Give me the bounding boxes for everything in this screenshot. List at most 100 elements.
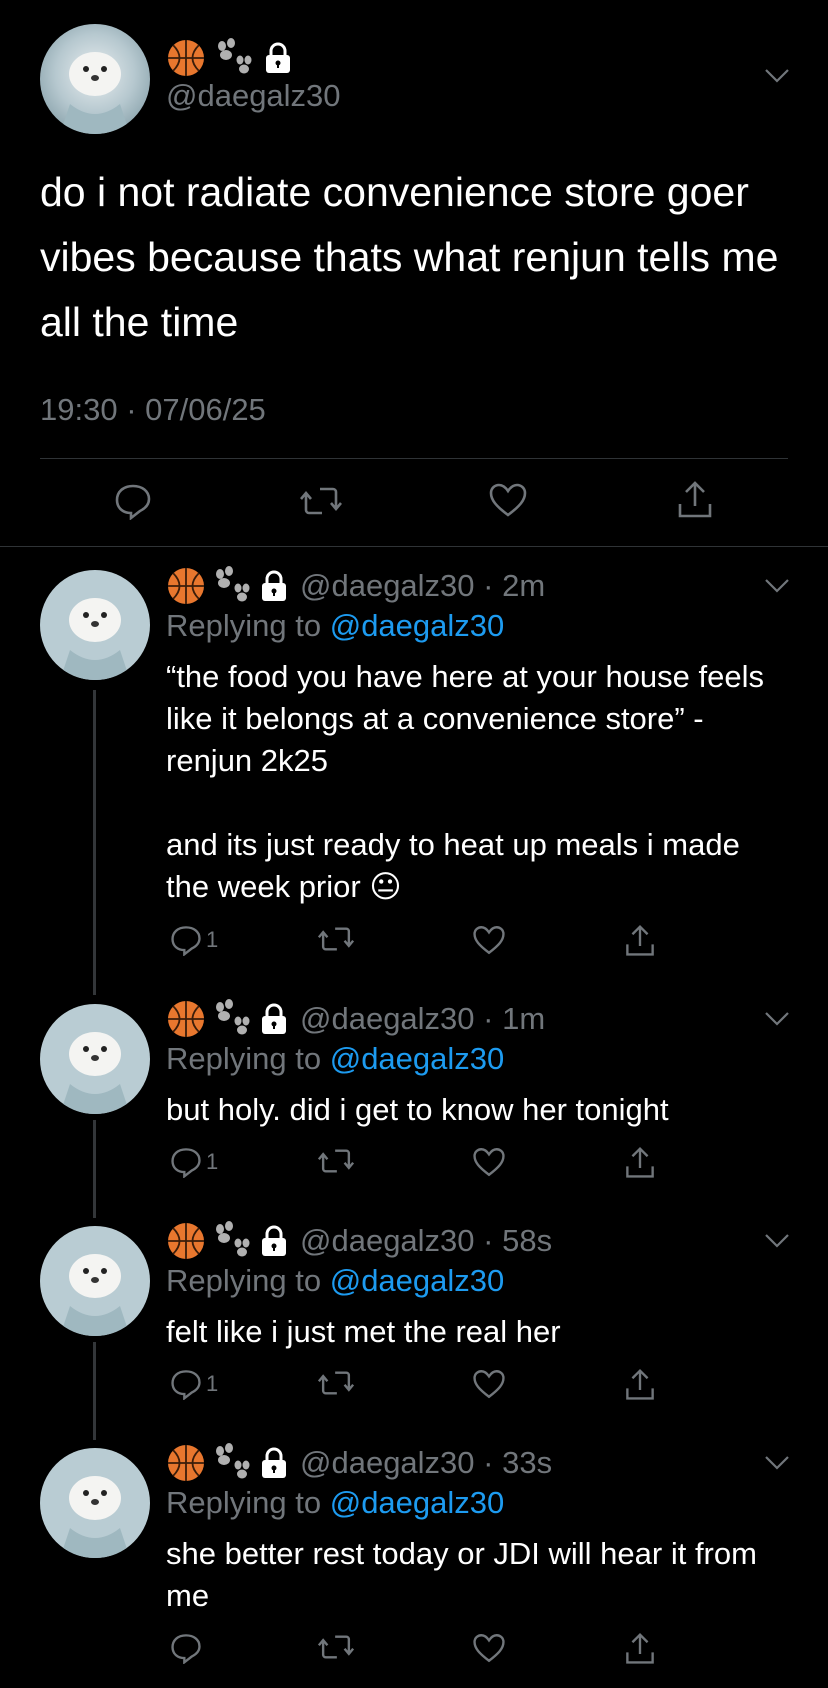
paw-icon: [210, 566, 254, 606]
reply-text: felt like i just met the real her: [166, 1314, 561, 1349]
avatar[interactable]: [40, 570, 150, 680]
retweet-button[interactable]: [318, 1632, 354, 1662]
share-button[interactable]: [624, 1632, 656, 1666]
reply-button[interactable]: 1: [170, 1368, 218, 1400]
paw-icon: [210, 1443, 254, 1483]
reply-text: “the food you have here at your house fe…: [166, 659, 765, 904]
paw-icon: [212, 38, 256, 78]
reply-count: 1: [206, 1371, 219, 1396]
reply-count: 1: [206, 1149, 219, 1174]
lock-icon: [262, 41, 294, 75]
main-handle[interactable]: @daegalz30: [166, 78, 341, 114]
reply-button[interactable]: [170, 1632, 206, 1664]
reply-actions: 1: [166, 1368, 666, 1408]
reply-button[interactable]: 1: [170, 924, 218, 956]
reply-handle[interactable]: @daegalz30: [300, 1223, 475, 1259]
like-button[interactable]: [472, 1632, 506, 1664]
retweet-button[interactable]: [318, 924, 354, 954]
chevron-down-icon[interactable]: [764, 1011, 789, 1033]
reply-handle[interactable]: @daegalz30: [300, 568, 475, 604]
lock-icon: [258, 1224, 290, 1258]
reply-button[interactable]: [114, 482, 152, 520]
replying-to-link[interactable]: @daegalz30: [330, 608, 505, 643]
reply-time: 1m: [502, 1001, 546, 1036]
like-icon: [473, 926, 505, 955]
basketball-icon: [166, 566, 206, 606]
retweet-icon: [300, 487, 342, 515]
replying-to: Replying to @daegalz30: [166, 1041, 505, 1076]
share-icon: [626, 1147, 654, 1178]
retweet-button[interactable]: [300, 484, 342, 518]
share-button[interactable]: [624, 1146, 656, 1180]
reply-icon: [171, 926, 201, 956]
reply-count: 1: [206, 927, 219, 952]
lock-icon: [258, 1002, 290, 1036]
main-tweet-text: do i not radiate convenience store goer …: [40, 169, 779, 345]
replying-to: Replying to @daegalz30: [166, 1263, 505, 1298]
reply-time: 2m: [502, 568, 546, 603]
replying-to-link[interactable]: @daegalz30: [330, 1263, 505, 1298]
reply-actions: [166, 1632, 666, 1672]
reply-header: @daegalz30 · 2m: [166, 566, 545, 606]
like-button[interactable]: [472, 924, 506, 956]
retweet-icon: [318, 1149, 354, 1173]
basketball-icon: [166, 38, 206, 78]
chevron-down-icon[interactable]: [764, 1233, 789, 1255]
avatar[interactable]: [40, 24, 150, 134]
reply-time: 58s: [502, 1223, 553, 1258]
thread-line: [93, 690, 96, 995]
reply-icon: [171, 1634, 201, 1664]
display-name-emojis: [166, 38, 294, 78]
thread-line: [93, 1342, 96, 1440]
divider: [40, 458, 788, 459]
basketball-icon: [166, 1221, 206, 1261]
replying-to-link[interactable]: @daegalz30: [330, 1485, 505, 1520]
avatar[interactable]: [40, 1448, 150, 1558]
share-button[interactable]: [624, 924, 656, 958]
retweet-button[interactable]: [318, 1146, 354, 1176]
reply-header: @daegalz30 · 58s: [166, 1221, 552, 1261]
like-icon: [473, 1634, 505, 1663]
reply-text: she better rest today or JDI will hear i…: [166, 1536, 766, 1613]
share-button[interactable]: [624, 1368, 656, 1402]
like-button[interactable]: [488, 482, 528, 518]
share-button[interactable]: [676, 480, 714, 520]
retweet-icon: [318, 927, 354, 951]
avatar[interactable]: [40, 1226, 150, 1336]
basketball-icon: [166, 1443, 206, 1483]
reply-icon: [171, 1370, 201, 1400]
retweet-button[interactable]: [318, 1368, 354, 1398]
paw-icon: [210, 999, 254, 1039]
basketball-icon: [166, 999, 206, 1039]
thread-line: [93, 1120, 96, 1218]
like-button[interactable]: [472, 1146, 506, 1178]
reply-icon: [171, 1148, 201, 1178]
reply-actions: 1: [166, 1146, 666, 1186]
reply-text: but holy. did i get to know her tonight: [166, 1092, 669, 1127]
reply-button[interactable]: 1: [170, 1146, 218, 1178]
chevron-down-icon[interactable]: [764, 68, 789, 90]
replying-to: Replying to @daegalz30: [166, 608, 505, 643]
like-icon: [473, 1148, 505, 1177]
retweet-icon: [318, 1371, 354, 1395]
reply-actions: 1: [166, 924, 666, 964]
reply-handle[interactable]: @daegalz30: [300, 1001, 475, 1037]
reply-handle[interactable]: @daegalz30: [300, 1445, 475, 1481]
chevron-down-icon[interactable]: [764, 1455, 789, 1477]
divider: [0, 546, 828, 547]
paw-icon: [210, 1221, 254, 1261]
reply-header: @daegalz30 · 33s: [166, 1443, 552, 1483]
lock-icon: [258, 569, 290, 603]
replying-to: Replying to @daegalz30: [166, 1485, 505, 1520]
like-icon: [489, 483, 527, 517]
share-icon: [626, 1633, 654, 1664]
replying-to-link[interactable]: @daegalz30: [330, 1041, 505, 1076]
chevron-down-icon[interactable]: [764, 578, 789, 600]
like-button[interactable]: [472, 1368, 506, 1400]
reply-header: @daegalz30 · 1m: [166, 999, 545, 1039]
share-icon: [626, 1369, 654, 1400]
reply-time: 33s: [502, 1445, 553, 1480]
lock-icon: [258, 1446, 290, 1480]
reply-icon: [115, 484, 151, 520]
avatar[interactable]: [40, 1004, 150, 1114]
